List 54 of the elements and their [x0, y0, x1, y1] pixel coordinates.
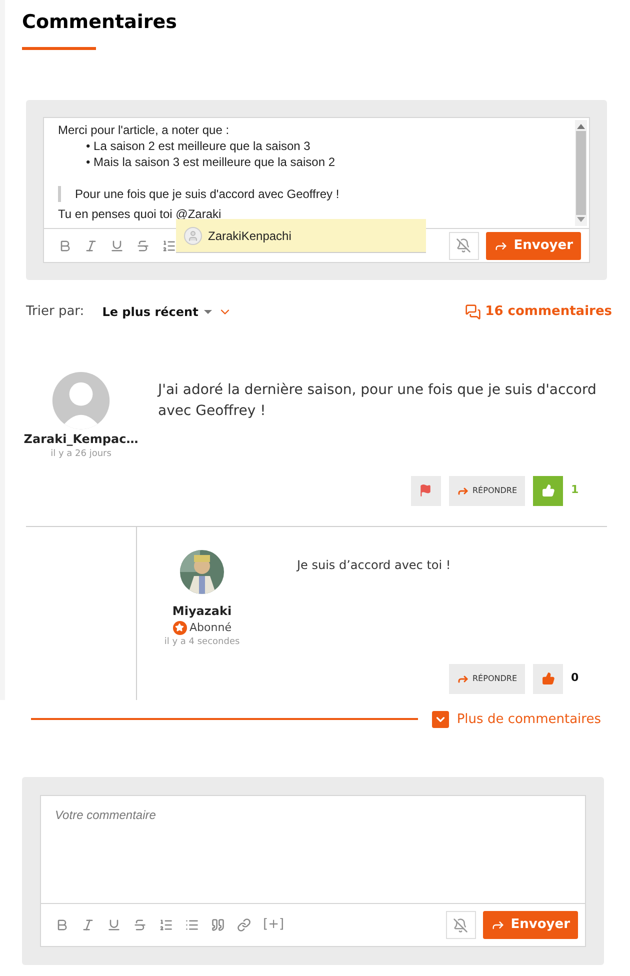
strikethrough-icon[interactable] — [133, 918, 147, 932]
underline-icon[interactable] — [107, 918, 121, 932]
flag-icon — [419, 484, 432, 497]
report-button[interactable] — [410, 476, 440, 506]
list-item: • La saison 2 est meilleure que la saison 3 — [85, 138, 312, 154]
italic-icon[interactable] — [81, 918, 95, 932]
list-item: • Mais la saison 3 est meilleure que la saison 2 — [85, 154, 336, 170]
strikethrough-icon[interactable] — [136, 238, 150, 252]
bold-icon[interactable] — [55, 918, 69, 932]
editor-text: Merci pour l'article, a noter que : — [58, 122, 230, 138]
chevron-down-icon — [432, 710, 449, 728]
thumbs-up-icon — [542, 484, 554, 497]
comments-icon — [465, 304, 482, 320]
bullet-list-icon[interactable] — [185, 918, 199, 932]
author-name[interactable]: Miyazaki — [172, 602, 232, 620]
author-name[interactable]: Zaraki_Kempac… — [24, 430, 138, 448]
scroll-down-icon[interactable] — [577, 217, 585, 223]
like-count: 1 — [571, 482, 580, 498]
like-count: 0 — [571, 670, 580, 686]
underline-icon[interactable] — [110, 238, 124, 252]
comment-time: il y a 26 jours — [50, 448, 112, 461]
scrollbar[interactable] — [575, 120, 587, 226]
bell-off-icon — [453, 918, 468, 932]
subscriber-label: Abonné — [190, 620, 232, 636]
reply-button[interactable]: RÉPONDRE — [448, 476, 525, 506]
section-title: Commentaires — [22, 10, 177, 35]
mention-menu[interactable]: ZarakiKenpachi — [176, 219, 426, 253]
quote-icon[interactable] — [211, 918, 225, 932]
bold-icon[interactable] — [58, 238, 72, 252]
bell-off-icon — [456, 238, 472, 253]
caret-icon — [204, 310, 212, 314]
comment-count: 16 commentaires — [485, 303, 612, 322]
comment-field[interactable]: Votre commentaire — [41, 796, 585, 904]
like-button[interactable] — [533, 476, 563, 506]
notification-toggle[interactable] — [448, 232, 479, 260]
user-avatar-icon — [184, 226, 202, 244]
comment-text: J'ai adoré la dernière saison, pour une fois que je suis d'accord avec Geoffrey ! — [156, 381, 598, 421]
comment-text: Je suis d’accord avec toi ! — [295, 556, 451, 574]
sort-label: Trier par: — [26, 303, 84, 322]
insert-button[interactable]: [+] — [263, 915, 284, 935]
sort-dropdown[interactable]: Le plus récent — [102, 303, 232, 321]
quote-text: Pour une fois que je suis d'accord avec Geoffrey ! — [58, 186, 340, 202]
star-badge-icon — [172, 620, 187, 635]
scroll-up-icon[interactable] — [577, 123, 585, 129]
numbered-list-icon[interactable] — [159, 918, 173, 932]
italic-icon[interactable] — [84, 238, 98, 252]
numbered-list-icon[interactable] — [162, 238, 176, 252]
reply-button[interactable]: RÉPONDRE — [448, 664, 525, 694]
editor-text: Tu en penses quoi toi @Zaraki — [58, 206, 222, 222]
comment-time: il y a 4 secondes — [164, 636, 240, 649]
like-button[interactable] — [533, 664, 563, 694]
thumbs-up-icon — [542, 672, 554, 685]
link-icon[interactable] — [237, 918, 251, 932]
notification-toggle[interactable] — [446, 911, 476, 939]
